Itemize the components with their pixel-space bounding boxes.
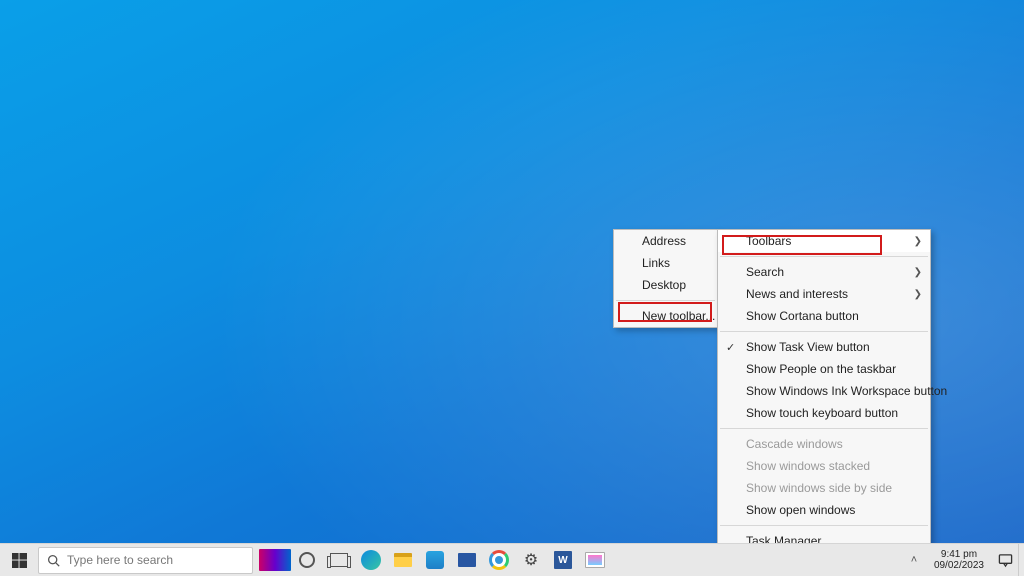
menu-item-cascade-windows: Cascade windows <box>718 433 930 455</box>
taskbar-app-mail[interactable] <box>451 544 483 576</box>
taskbar-app-paint[interactable] <box>579 544 611 576</box>
edge-icon <box>361 550 381 570</box>
label: Toolbars <box>746 234 791 248</box>
action-center-button[interactable] <box>992 553 1018 568</box>
task-view-button[interactable] <box>323 544 355 576</box>
menu-item-news-interests[interactable]: News and interests ❯ <box>718 283 930 305</box>
separator <box>720 525 928 526</box>
label: Show windows stacked <box>746 459 870 473</box>
folder-icon <box>394 553 412 567</box>
menu-item-show-people[interactable]: Show People on the taskbar <box>718 358 930 380</box>
taskbar-app-explorer[interactable] <box>387 544 419 576</box>
gear-icon: ⚙ <box>524 550 538 570</box>
clock-time: 9:41 pm <box>934 549 984 560</box>
label: News and interests <box>746 287 848 301</box>
label: Show open windows <box>746 503 855 517</box>
notification-icon <box>998 553 1013 568</box>
desktop[interactable]: Address Links Desktop New toolbar... Too… <box>0 0 1024 576</box>
chrome-icon <box>489 550 509 570</box>
menu-item-show-touch-keyboard[interactable]: Show touch keyboard button <box>718 402 930 424</box>
label: Show windows side by side <box>746 481 892 495</box>
task-view-icon <box>330 553 348 567</box>
search-icon <box>39 554 67 567</box>
label: Cascade windows <box>746 437 843 451</box>
toolbars-submenu: Address Links Desktop New toolbar... <box>613 229 718 328</box>
separator <box>720 256 928 257</box>
menu-item-windows-side-by-side: Show windows side by side <box>718 477 930 499</box>
separator <box>720 331 928 332</box>
check-icon: ✓ <box>726 341 735 354</box>
search-placeholder: Type here to search <box>67 553 173 567</box>
chevron-up-icon: ˄ <box>911 554 917 566</box>
taskbar-app-word[interactable]: W <box>547 544 579 576</box>
system-tray: ˄ 9:41 pm 09/02/2023 <box>902 544 1024 576</box>
show-desktop-button[interactable] <box>1018 544 1024 576</box>
store-icon <box>426 551 444 569</box>
separator <box>720 428 928 429</box>
cortana-button[interactable] <box>291 544 323 576</box>
taskbar-app-edge[interactable] <box>355 544 387 576</box>
label: Show Cortana button <box>746 309 859 323</box>
label: Show Task View button <box>746 340 870 354</box>
taskbar-app-settings[interactable]: ⚙ <box>515 544 547 576</box>
label: Show People on the taskbar <box>746 362 896 376</box>
label: Search <box>746 265 784 279</box>
label: Show Windows Ink Workspace button <box>746 384 947 398</box>
chevron-right-icon: ❯ <box>914 236 922 247</box>
mail-icon <box>458 553 476 567</box>
clock[interactable]: 9:41 pm 09/02/2023 <box>926 549 992 571</box>
label: Links <box>642 256 670 270</box>
chevron-right-icon: ❯ <box>914 289 922 300</box>
chevron-right-icon: ❯ <box>914 267 922 278</box>
label: Show touch keyboard button <box>746 406 898 420</box>
menu-item-show-ink-workspace[interactable]: Show Windows Ink Workspace button <box>718 380 930 402</box>
submenu-item-new-toolbar[interactable]: New toolbar... <box>614 305 717 327</box>
menu-item-show-task-view[interactable]: ✓ Show Task View button <box>718 336 930 358</box>
menu-item-search[interactable]: Search ❯ <box>718 261 930 283</box>
clock-date: 09/02/2023 <box>934 560 984 571</box>
submenu-item-links[interactable]: Links <box>614 252 717 274</box>
taskbar-context-menu: Toolbars ❯ Search ❯ News and interests ❯… <box>717 229 931 576</box>
submenu-item-desktop[interactable]: Desktop <box>614 274 717 296</box>
photo-icon <box>259 549 291 571</box>
menu-item-toolbars[interactable]: Toolbars ❯ <box>718 230 930 252</box>
label: New toolbar... <box>642 309 715 323</box>
separator <box>616 300 715 301</box>
word-icon: W <box>554 551 572 569</box>
submenu-item-address[interactable]: Address <box>614 230 717 252</box>
taskbar-app-chrome[interactable] <box>483 544 515 576</box>
menu-item-windows-stacked: Show windows stacked <box>718 455 930 477</box>
label: Address <box>642 234 686 248</box>
taskbar-photo-thumbnail[interactable] <box>259 544 291 576</box>
start-button[interactable] <box>0 544 38 576</box>
taskbar-app-store[interactable] <box>419 544 451 576</box>
label: Desktop <box>642 278 686 292</box>
taskbar[interactable]: Type here to search ⚙ W ˄ 9:41 pm 09/02/… <box>0 543 1024 576</box>
search-box[interactable]: Type here to search <box>38 547 253 574</box>
cortana-icon <box>299 552 315 568</box>
paint-icon <box>585 552 605 568</box>
menu-item-show-cortana[interactable]: Show Cortana button <box>718 305 930 327</box>
menu-item-show-open-windows[interactable]: Show open windows <box>718 499 930 521</box>
tray-overflow-button[interactable]: ˄ <box>902 554 926 566</box>
windows-logo-icon <box>12 553 27 568</box>
